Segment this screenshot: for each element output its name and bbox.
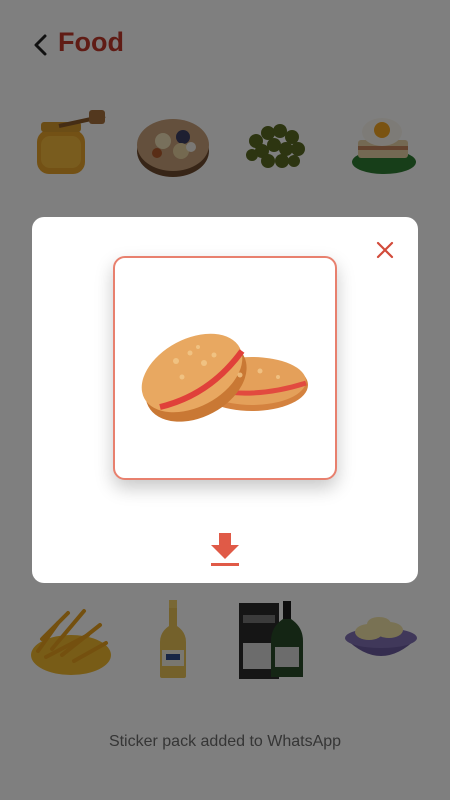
sticker-preview-frame <box>113 256 337 480</box>
close-icon <box>376 241 394 259</box>
download-button[interactable] <box>208 531 242 567</box>
close-button[interactable] <box>370 235 400 265</box>
sticker-preview-dialog <box>32 217 418 583</box>
cookie-sandwich-sticker <box>141 333 308 422</box>
download-icon <box>211 533 239 566</box>
